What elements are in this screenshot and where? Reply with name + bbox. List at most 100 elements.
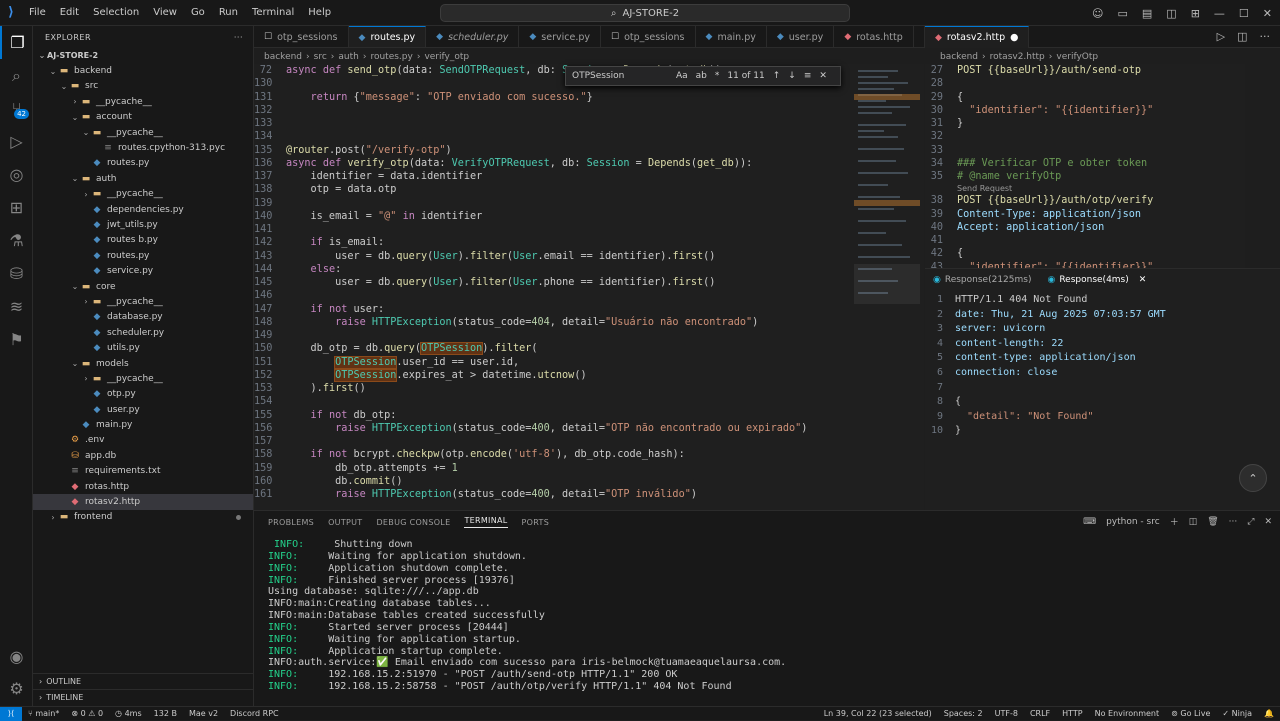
- tab-main-py[interactable]: ◆ main.py: [696, 26, 767, 47]
- outline-section[interactable]: › OUTLINE: [33, 673, 254, 689]
- new-terminal-icon[interactable]: ＋: [1170, 515, 1179, 528]
- codelens-send-request[interactable]: Send Request: [925, 183, 1245, 194]
- tab-otp-sessions[interactable]: ☐ otp_sessions: [254, 26, 349, 47]
- tab-user-py[interactable]: ◆ user.py: [767, 26, 835, 47]
- tree-item[interactable]: › ▬ frontend: [33, 510, 253, 525]
- tree-item[interactable]: ⌄ ▬ core: [33, 279, 253, 294]
- indentation[interactable]: Spaces: 2: [938, 709, 989, 718]
- menu-run[interactable]: Run: [212, 0, 245, 26]
- extensions-icon[interactable]: ⊞: [0, 191, 33, 224]
- tree-item[interactable]: ◆ scheduler.py: [33, 325, 253, 340]
- toggle-secondary-icon[interactable]: ◫: [1166, 7, 1176, 20]
- menu-file[interactable]: File: [22, 0, 53, 26]
- tree-item[interactable]: ◆ jwt_utils.py: [33, 217, 253, 232]
- menu-help[interactable]: Help: [301, 0, 338, 26]
- tree-item[interactable]: ⛁ app.db: [33, 448, 253, 463]
- language-mode[interactable]: HTTP: [1056, 709, 1088, 718]
- breadcrumb-item[interactable]: routes.py: [370, 52, 412, 62]
- cursor-position[interactable]: Ln 39, Col 22 (23 selected): [818, 709, 938, 718]
- menu-go[interactable]: Go: [184, 0, 212, 26]
- stack-icon[interactable]: ≋: [0, 290, 33, 323]
- split-terminal-icon[interactable]: ◫: [1189, 517, 1198, 527]
- tab-routes-py[interactable]: ◆ routes.py: [348, 26, 427, 47]
- whole-word-icon[interactable]: ab: [696, 71, 707, 81]
- menu-selection[interactable]: Selection: [86, 0, 146, 26]
- source-control-icon[interactable]: ⑂42: [0, 92, 33, 125]
- response-body[interactable]: 1 HTTP/1.1 404 Not Found 2 date: Thu, 21 Au…: [925, 291, 1280, 439]
- tree-item[interactable]: ◆ rotasv2.http: [33, 494, 253, 510]
- tree-item[interactable]: ◆ service.py: [33, 263, 253, 278]
- tree-item[interactable]: › ▬ __pycache__: [33, 187, 253, 202]
- tree-item[interactable]: ⌄ ▬ src: [33, 79, 253, 94]
- tab-otp-sessions[interactable]: ☐ otp_sessions: [601, 26, 696, 47]
- command-center-search[interactable]: ⌕ AJ-STORE-2: [440, 4, 850, 22]
- match-case-icon[interactable]: Aa: [676, 71, 688, 81]
- panel-tab-ports[interactable]: PORTS: [522, 518, 550, 527]
- discord-status[interactable]: Discord RPC: [224, 709, 285, 718]
- tree-item[interactable]: ◆ dependencies.py: [33, 202, 253, 217]
- remote-icon[interactable]: ◎: [0, 158, 33, 191]
- mae-status[interactable]: Mae v2: [183, 709, 224, 718]
- close-panel-icon[interactable]: ✕: [1264, 517, 1272, 527]
- regex-icon[interactable]: *: [715, 71, 720, 81]
- breadcrumb-item[interactable]: src: [314, 52, 327, 62]
- more-actions-icon[interactable]: ···: [1260, 30, 1271, 43]
- branch-status[interactable]: ⑂ main*: [22, 709, 65, 718]
- response-tab[interactable]: ◉ Response(4ms) ✕: [1047, 275, 1146, 285]
- settings-gear-icon[interactable]: ⚙: [0, 672, 33, 705]
- tab-service-py[interactable]: ◆ service.py: [519, 26, 601, 47]
- breadcrumb-item[interactable]: verifyOtp: [1056, 52, 1098, 62]
- search-view-icon[interactable]: ⌕: [0, 59, 33, 92]
- kill-terminal-icon[interactable]: 🗑: [1207, 517, 1218, 527]
- response-tab[interactable]: ◉ Response(2125ms): [933, 275, 1031, 285]
- breadcrumb-item[interactable]: rotasv2.http: [990, 52, 1045, 62]
- layout-icon[interactable]: ▭: [1117, 7, 1127, 20]
- close-window-icon[interactable]: ✕: [1263, 7, 1272, 20]
- tree-item[interactable]: ◆ routes.py: [33, 248, 253, 263]
- problems-status[interactable]: ⊗ 0 ⚠ 0: [65, 709, 109, 718]
- split-editor-icon[interactable]: ◫: [1237, 30, 1247, 43]
- close-find-icon[interactable]: ✕: [819, 71, 827, 81]
- tree-item[interactable]: ◆ user.py: [33, 402, 253, 417]
- run-debug-icon[interactable]: ▷: [0, 125, 33, 158]
- line-ending[interactable]: CRLF: [1024, 709, 1056, 718]
- tree-item[interactable]: ⌄ ▬ __pycache__: [33, 125, 253, 140]
- terminal-output[interactable]: INFO: Shutting down INFO: Waiting for app…: [254, 533, 1280, 693]
- tree-item[interactable]: ◆ main.py: [33, 417, 253, 432]
- workspace-root[interactable]: ⌄ AJ-STORE-2: [33, 48, 253, 63]
- scroll-to-top-button[interactable]: ⌃: [1239, 464, 1267, 492]
- tab-scheduler-py[interactable]: ◆ scheduler.py: [426, 26, 520, 47]
- maximize-panel-icon[interactable]: ⤢: [1247, 517, 1254, 527]
- tree-item[interactable]: ◆ utils.py: [33, 340, 253, 355]
- close-tab-icon[interactable]: ✕: [1139, 275, 1147, 285]
- panel-tab-terminal[interactable]: TERMINAL: [464, 516, 508, 528]
- code-editor-routes[interactable]: 72 async def send_otp(data: SendOTPReques…: [254, 64, 854, 510]
- more-actions-icon[interactable]: ···: [234, 33, 243, 42]
- tab-overflow-icon[interactable]: ···: [914, 26, 925, 47]
- panel-tab-problems[interactable]: PROBLEMS: [268, 518, 314, 527]
- toggle-panel-icon[interactable]: ▤: [1142, 7, 1152, 20]
- timeline-section[interactable]: › TIMELINE: [33, 689, 254, 705]
- remote-indicator-icon[interactable]: ⟩⟨: [0, 706, 22, 721]
- tab-rotas-http[interactable]: ◆ rotas.http: [834, 26, 914, 47]
- database-icon[interactable]: ⛁: [0, 257, 33, 290]
- menu-edit[interactable]: Edit: [53, 0, 86, 26]
- run-icon[interactable]: ▷: [1217, 30, 1225, 43]
- tree-item[interactable]: › ▬ __pycache__: [33, 94, 253, 109]
- tab-rotasv2-http[interactable]: ◆ rotasv2.http ●: [925, 26, 1030, 48]
- find-input[interactable]: OTPSession: [572, 71, 668, 81]
- environment[interactable]: No Environment: [1089, 709, 1166, 718]
- breadcrumb-item[interactable]: auth: [338, 52, 358, 62]
- tree-item[interactable]: ◆ routes.py: [33, 156, 253, 171]
- customize-layout-icon[interactable]: ⊞: [1191, 7, 1200, 20]
- tree-item[interactable]: ⌄ ▬ account: [33, 110, 253, 125]
- notifications-bell-icon[interactable]: 🔔: [1258, 709, 1280, 718]
- panel-tab-debug-console[interactable]: DEBUG CONSOLE: [376, 518, 450, 527]
- size-status[interactable]: 132 B: [148, 709, 183, 718]
- minimap[interactable]: [854, 64, 924, 510]
- tree-item[interactable]: ◆ routes b.py: [33, 233, 253, 248]
- tree-item[interactable]: ⌄ ▬ backend: [33, 63, 253, 78]
- tree-item[interactable]: ⌄ ▬ models: [33, 356, 253, 371]
- prev-match-icon[interactable]: ↑: [773, 71, 781, 81]
- testing-icon[interactable]: ⚗: [0, 224, 33, 257]
